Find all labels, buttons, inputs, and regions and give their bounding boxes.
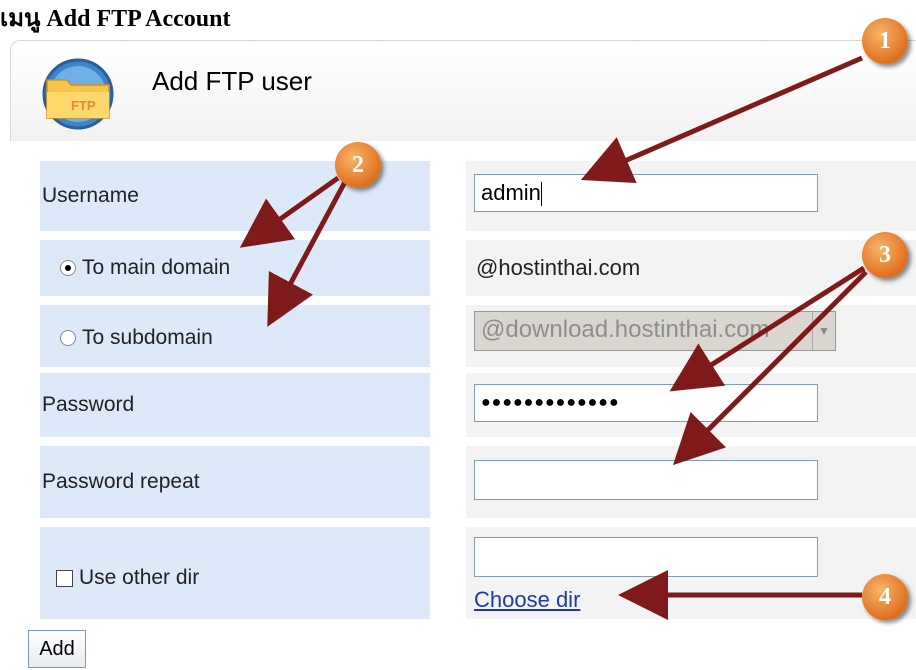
annotation-badge-3: 3 xyxy=(862,232,908,278)
annotation-badge-2: 2 xyxy=(335,142,381,188)
arrow-1 xyxy=(580,55,863,184)
annotation-badge-4: 4 xyxy=(862,574,908,620)
arrow-2a xyxy=(239,175,340,248)
annotation-arrows xyxy=(239,55,868,620)
annotation-badge-1: 1 xyxy=(862,18,908,64)
